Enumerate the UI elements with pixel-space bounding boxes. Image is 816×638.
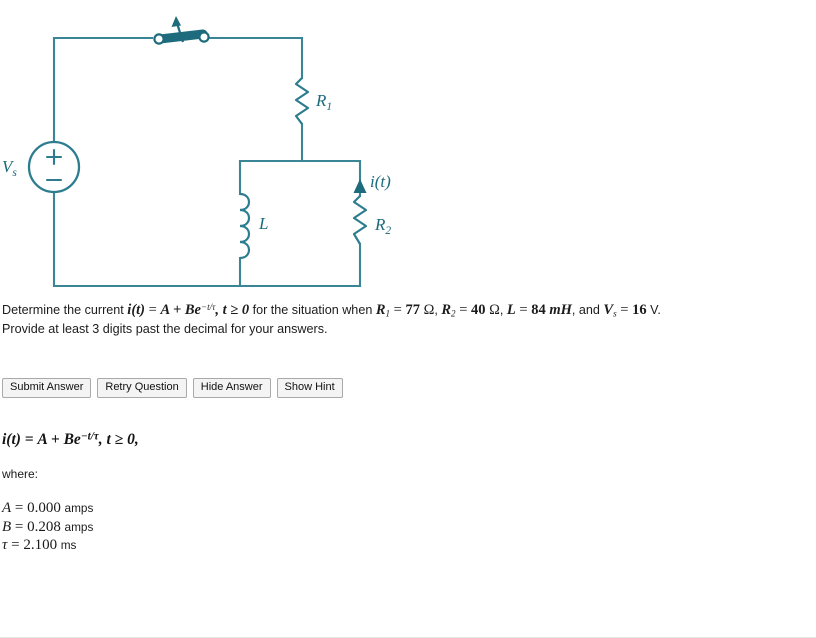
answer-b-value: 0.208: [27, 518, 61, 535]
given-vs-name: V: [603, 302, 614, 318]
answer-a-equals: =: [11, 500, 28, 517]
problem-eq-cond: , t ≥ 0: [215, 302, 250, 318]
given-l-name: L: [506, 302, 516, 318]
answer-equation: i(t) = A + Be−t/τ, t ≥ 0,: [2, 430, 502, 449]
answer-eq-rhs: A + Be: [37, 431, 81, 448]
inductor-label: L: [258, 214, 268, 233]
given-l-value: 84: [531, 302, 546, 318]
answer-value-list: A = 0.000 amps B = 0.208 amps τ = 2.100 …: [2, 499, 502, 554]
answer-b-equals: =: [11, 518, 28, 535]
problem-eq-rhs: A + Be: [160, 302, 201, 318]
answer-a-symbol: A: [2, 500, 12, 517]
answer-value-row: A = 0.000 amps: [2, 499, 502, 517]
answer-eq-equals: =: [20, 431, 38, 448]
precision-note: Provide at least 3 digits past the decim…: [2, 321, 328, 336]
problem-eq-i: i(t): [127, 302, 146, 318]
resistor-r1: [294, 77, 310, 125]
answer-a-unit: amps: [64, 501, 94, 516]
problem-eq-equals: =: [145, 302, 161, 318]
problem-text-pre: Determine the current: [2, 303, 128, 317]
answer-tau-unit: ms: [60, 537, 77, 552]
source-label: Vs: [2, 157, 17, 179]
problem-eq-exp: −t/τ: [200, 302, 216, 313]
answer-block: i(t) = A + Be−t/τ, t ≥ 0, where: A = 0.0…: [2, 430, 502, 554]
hide-answer-button[interactable]: Hide Answer: [192, 378, 271, 399]
given-r1-unit: Ω: [423, 302, 435, 318]
answer-value-row: τ = 2.100 ms: [2, 536, 502, 554]
r2-label: R2: [374, 215, 391, 237]
answer-tau-equals: =: [7, 536, 24, 553]
switch-icon: [153, 16, 210, 45]
given-r2-unit: Ω: [489, 302, 500, 318]
given-l-unit: mH: [549, 302, 572, 318]
inductor-l: [239, 192, 251, 260]
current-label: i(t): [370, 172, 391, 191]
answer-eq-condition: , t ≥ 0,: [98, 431, 139, 448]
answer-b-unit: amps: [64, 519, 94, 534]
answer-tau-value: 2.100: [23, 536, 58, 553]
retry-question-button[interactable]: Retry Question: [97, 378, 187, 399]
submit-answer-button[interactable]: Submit Answer: [2, 378, 92, 399]
resistor-r2: [352, 195, 368, 245]
answer-value-row: B = 0.208 amps: [2, 518, 502, 536]
answer-eq-exponent: −t/τ: [80, 430, 99, 443]
answer-a-value: 0.000: [27, 500, 61, 517]
given-r1-value: 77: [405, 302, 420, 318]
circuit-diagram: Vs R1 L i(t) R2: [0, 0, 430, 300]
current-arrow-icon: [353, 179, 367, 193]
voltage-source: [27, 140, 81, 194]
given-r2-value: 40: [471, 302, 486, 318]
question-page: Vs R1 L i(t) R2 Determine the current i(…: [0, 0, 816, 638]
action-button-row: Submit Answer Retry Question Hide Answer…: [2, 378, 343, 399]
answer-b-symbol: B: [2, 518, 12, 535]
r1-label: R1: [315, 91, 332, 113]
problem-statement: Determine the current i(t) = A + Be−t/τ,…: [2, 300, 792, 338]
given-r2-name: R: [441, 302, 452, 318]
problem-text-mid: for the situation when: [249, 303, 376, 317]
show-hint-button[interactable]: Show Hint: [276, 378, 343, 399]
where-label: where:: [2, 467, 39, 482]
problem-and-text: , and: [571, 303, 604, 317]
answer-eq-lhs: i(t): [2, 431, 21, 448]
given-r1-name: R: [375, 302, 386, 318]
given-vs-value: 16: [632, 302, 647, 318]
